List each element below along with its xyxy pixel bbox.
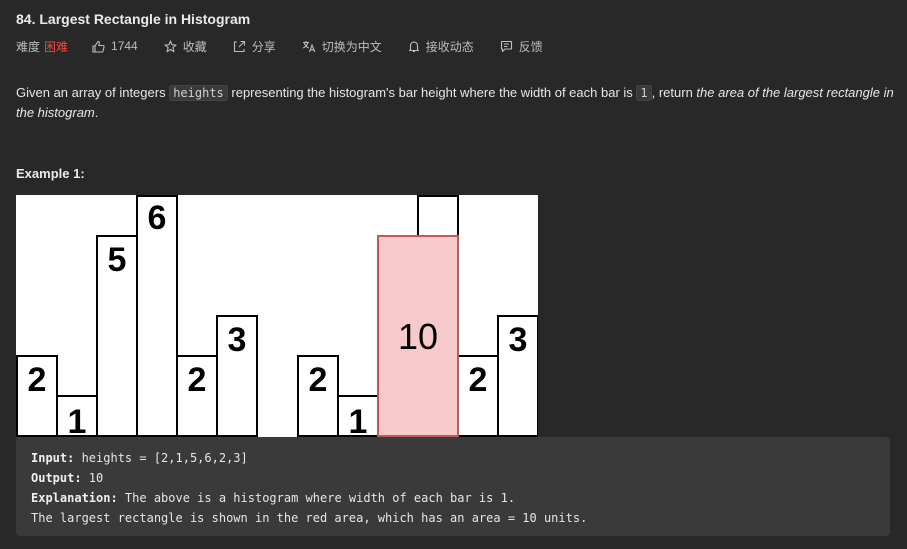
problem-meta-bar: 难度 困难 1744 收藏 分享 切换为中文 接收动态 反馈 [16,38,569,54]
left-histogram-bar-label-2: 5 [108,241,127,279]
description-text: representing the histogram's bar height … [227,85,637,100]
input-label: Input: [31,451,75,465]
code-one: 1 [636,85,652,101]
description-text: , return [651,85,697,100]
subscribe-button[interactable]: 接收动态 [408,38,474,55]
histogram-illustration: 215623 102123 [16,195,538,437]
left-histogram-bar-label-3: 6 [148,199,167,237]
feedback-label: 反馈 [518,39,543,54]
share-label: 分享 [251,39,276,54]
subscribe-label: 接收动态 [425,39,474,54]
favorite-button[interactable]: 收藏 [164,38,207,55]
favorite-label: 收藏 [182,39,207,54]
share-icon [233,40,245,52]
like-count: 1744 [111,39,138,53]
output-label: Output: [31,471,82,485]
description-text: Given an array of integers [16,85,170,100]
input-value: heights = [2,1,5,6,2,3] [74,451,248,465]
max-rectangle-area-label: 10 [398,316,438,357]
share-button[interactable]: 分享 [233,38,276,55]
translate-button[interactable]: 切换为中文 [302,38,382,55]
problem-description: Given an array of integers heights repre… [16,83,896,122]
code-heights: heights [169,85,228,101]
description-text: . [94,105,99,120]
output-value: 10 [81,471,104,485]
explanation-label: Explanation: [31,491,118,505]
feedback-button[interactable]: 反馈 [500,38,543,55]
example-output-line: Output: 10 [31,468,875,488]
star-icon [164,39,177,52]
left-histogram-bar-label-0: 2 [28,361,47,399]
feedback-icon [500,40,512,52]
example-input-line: Input: heights = [2,1,5,6,2,3] [31,448,875,468]
right-histogram-bar-label-5: 3 [509,321,528,359]
example-title: Example 1: [16,166,85,181]
left-histogram-bar-label-1: 1 [68,403,87,437]
bell-icon [408,40,419,52]
translate-icon [302,40,316,52]
thumbs-up-icon [92,40,105,53]
explanation-value: The above is a histogram where width of … [117,491,516,505]
left-histogram-bar-label-5: 3 [228,321,247,359]
like-button[interactable]: 1744 [92,39,138,53]
example-code-block: Input: heights = [2,1,5,6,2,3] Output: 1… [16,437,890,536]
right-histogram-bar-label-4: 2 [469,361,488,399]
translate-label: 切换为中文 [321,39,382,54]
difficulty-label: 难度 [16,39,41,54]
right-histogram-bar-label-0: 2 [309,361,328,399]
left-histogram-bar-label-4: 2 [188,361,207,399]
right-histogram-bar-label-1: 1 [349,403,368,437]
difficulty-badge: 困难 [44,39,69,54]
example-explanation-line-2: The largest rectangle is shown in the re… [31,511,588,525]
problem-title: 84. Largest Rectangle in Histogram [16,11,251,27]
example-explanation-line: Explanation: The above is a histogram wh… [31,488,875,508]
